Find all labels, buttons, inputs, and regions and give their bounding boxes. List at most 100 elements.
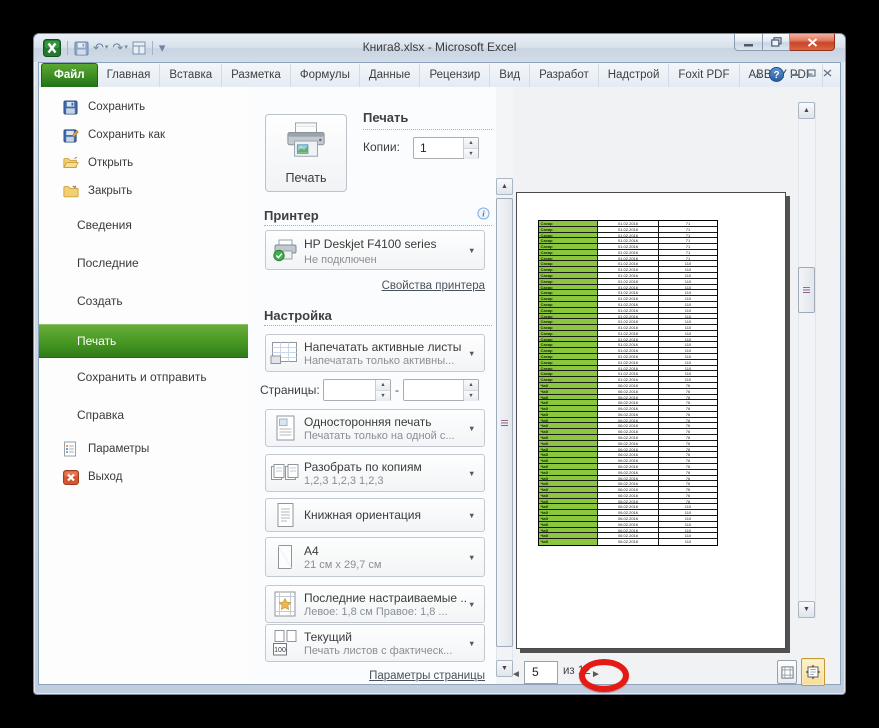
- sidebar-item-footer-0[interactable]: Параметры: [63, 440, 149, 458]
- table-cell-product: Сахар: [539, 284, 598, 290]
- sidebar-item-nav-4[interactable]: Сохранить и отправить: [77, 368, 207, 386]
- table-cell-date: 06.02.2016: [598, 504, 659, 510]
- table-cell-product: Сахар: [539, 301, 598, 307]
- sidebar-item-print-selected[interactable]: Печать: [39, 324, 259, 358]
- table-cell-date: 01.02.2016: [598, 278, 659, 284]
- ribbon-tab-8[interactable]: Разработ: [530, 64, 599, 87]
- table-cell-product: Чай: [539, 492, 598, 498]
- page-setup-link[interactable]: Параметры страницы: [369, 670, 485, 682]
- table-cell-value: 76: [685, 458, 691, 463]
- screenshot-background: ↶ ▾ ↷ ▾ ▾ Книга8.xlsx - Microsoft Excel Фа…: [0, 0, 879, 728]
- table-cell-product: Сахар: [539, 336, 598, 342]
- ribbon-tab-5[interactable]: Данные: [360, 64, 421, 87]
- table-cell-date: 01.02.2016: [598, 365, 659, 371]
- printer-properties-link[interactable]: Свойства принтера: [382, 280, 485, 292]
- chevron-down-icon: ▼: [468, 423, 476, 433]
- current-page-field[interactable]: 5: [524, 661, 558, 684]
- workbook-close-icon[interactable]: [823, 67, 832, 82]
- table-cell-date: 06.02.2016: [598, 516, 659, 521]
- sidebar-item-nav-5[interactable]: Справка: [77, 406, 124, 424]
- table-cell-value: 110: [684, 330, 692, 336]
- section-divider: [264, 225, 492, 226]
- table-cell-product: Чай: [539, 400, 598, 406]
- collapse-ribbon-icon[interactable]: ∧: [755, 67, 762, 82]
- workbook-minimize-icon[interactable]: [791, 67, 800, 82]
- sidebar-item-quick-1[interactable]: Сохранить как: [63, 126, 165, 144]
- ribbon-tab-10[interactable]: Foxit PDF: [669, 64, 740, 87]
- table-cell-value: 71: [685, 238, 691, 244]
- table-cell-date: 01.02.2016: [598, 371, 659, 377]
- setting-dropdown-text: Книжная ориентация: [304, 508, 468, 522]
- spin-down-icon[interactable]: ▼: [376, 390, 390, 401]
- table-cell-date: 01.02.2016: [598, 296, 659, 301]
- sidebar-item-nav-1[interactable]: Последние: [77, 254, 139, 272]
- scroll-down-icon[interactable]: ▼: [798, 601, 815, 618]
- previous-page-icon[interactable]: ◄: [511, 668, 521, 682]
- sidebar-item-quick-3[interactable]: Закрыть: [63, 182, 132, 200]
- close-button[interactable]: [790, 34, 835, 51]
- ribbon-tab-1[interactable]: Главная: [98, 64, 161, 87]
- settings-scrollbar-thumb[interactable]: [496, 198, 513, 647]
- zoom-to-page-button[interactable]: [801, 658, 825, 686]
- table-cell-date: 01.02.2016: [598, 249, 659, 255]
- table-cell-value: 76: [685, 452, 691, 458]
- table-cell-value: 76: [685, 446, 691, 452]
- spin-up-icon[interactable]: ▲: [464, 380, 478, 390]
- ribbon-tab-0[interactable]: Файл: [41, 63, 98, 87]
- print-button[interactable]: Печать: [265, 114, 347, 192]
- ribbon-tab-9[interactable]: Надстрой: [599, 64, 670, 87]
- restore-button[interactable]: [763, 34, 790, 51]
- sidebar-item-nav-0[interactable]: Сведения: [77, 216, 132, 234]
- setting-dropdown-3[interactable]: Книжная ориентация ▼: [265, 498, 485, 532]
- setting-dropdown-0[interactable]: Напечатать активные листы Напечатать толь…: [265, 334, 485, 372]
- table-cell-value: 76: [685, 417, 691, 423]
- table-cell-value: 110: [684, 296, 692, 301]
- title-bar[interactable]: ↶ ▾ ↷ ▾ ▾ Книга8.xlsx - Microsoft Excel: [34, 34, 845, 62]
- table-cell-date: 06.02.2016: [598, 429, 659, 435]
- table-cell-value: 76: [685, 382, 691, 388]
- table-cell-value: 71: [685, 221, 691, 226]
- sidebar-item-quick-2[interactable]: Открыть: [63, 154, 133, 172]
- show-margins-button[interactable]: [777, 660, 797, 684]
- spin-down-icon[interactable]: ▼: [464, 148, 478, 159]
- setting-subtitle: Напечатать только активны...: [304, 354, 455, 367]
- spin-down-icon[interactable]: ▼: [464, 390, 478, 401]
- pages-from-stepper[interactable]: ▲ ▼: [323, 379, 391, 401]
- setting-title: Напечатать активные листы: [304, 339, 462, 354]
- sidebar-item-quick-0[interactable]: Сохранить: [63, 98, 145, 116]
- table-cell-value: 76: [685, 394, 691, 400]
- table-cell-product: Сахар: [539, 267, 598, 273]
- spin-up-icon[interactable]: ▲: [464, 138, 478, 148]
- ribbon-tab-2[interactable]: Вставка: [160, 64, 223, 87]
- annotation-circle: [579, 659, 629, 692]
- sidebar-item-nav-2[interactable]: Создать: [77, 292, 123, 310]
- ribbon-tab-7[interactable]: Вид: [490, 64, 531, 87]
- printer-select-dropdown[interactable]: HP Deskjet F4100 series Не подключен ▼: [265, 230, 485, 270]
- table-cell-date: 01.02.2016: [598, 307, 659, 313]
- scroll-up-icon[interactable]: ▲: [496, 178, 513, 195]
- pages-to-stepper[interactable]: ▲ ▼: [403, 379, 479, 401]
- setting-dropdown-2[interactable]: Разобрать по копиям 1,2,3 1,2,3 1,2,3 ▼: [265, 454, 485, 492]
- copies-stepper[interactable]: 1 ▲ ▼: [413, 137, 479, 159]
- minimize-button[interactable]: [734, 34, 763, 51]
- scroll-up-icon[interactable]: ▲: [798, 102, 815, 119]
- ribbon-tab-6[interactable]: Рецензир: [420, 64, 491, 87]
- setting-dropdown-text: Текущий Печать листов с фактическ...: [304, 630, 468, 657]
- workbook-restore-icon[interactable]: [807, 67, 816, 82]
- print-button-label: Печать: [285, 171, 327, 185]
- setting-dropdown-6[interactable]: 100 Текущий Печать листов с фактическ... ▼: [265, 624, 485, 662]
- sidebar-item-footer-1[interactable]: Выход: [63, 468, 122, 486]
- preview-scrollbar-thumb[interactable]: [798, 267, 815, 313]
- pages-from-value: [324, 380, 375, 400]
- setting-dropdown-5[interactable]: Последние настраиваемые ... Левое: 1,8 см…: [265, 585, 485, 623]
- preview-table: Сахар 01.02.2016 71 Сахар 01.02.2016 71 Сахар 0…: [538, 220, 718, 546]
- setting-dropdown-1[interactable]: Односторонняя печать Печатать только на о…: [265, 409, 485, 447]
- help-icon[interactable]: ?: [769, 67, 784, 82]
- ribbon-tab-4[interactable]: Формулы: [291, 64, 360, 87]
- spin-up-icon[interactable]: ▲: [376, 380, 390, 390]
- table-cell-value: 110: [684, 273, 692, 278]
- chevron-down-icon: ▼: [468, 638, 476, 648]
- setting-dropdown-4[interactable]: A4 21 см x 29,7 см ▼: [265, 537, 485, 577]
- ribbon-tab-3[interactable]: Разметка: [222, 64, 291, 87]
- info-icon[interactable]: i: [477, 207, 490, 225]
